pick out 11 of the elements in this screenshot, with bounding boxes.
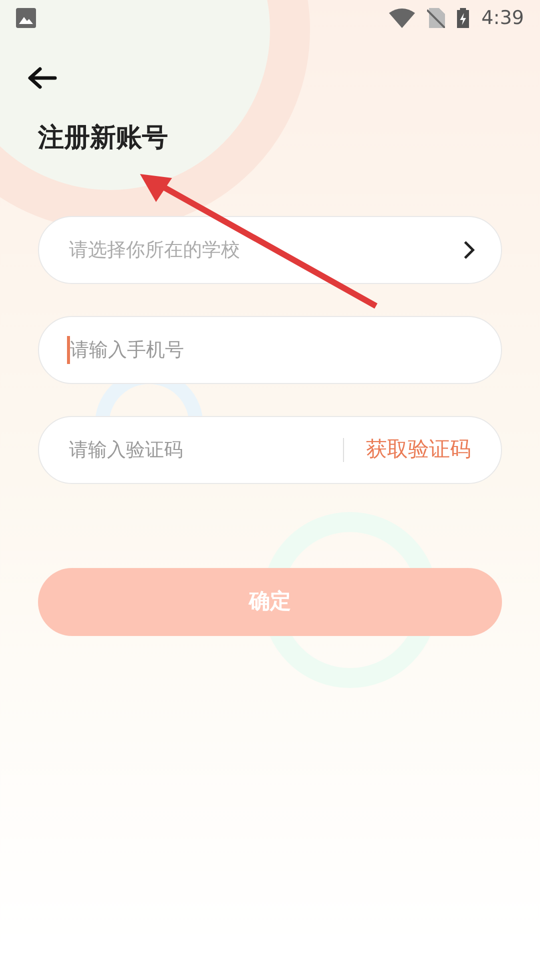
- phone-input-field[interactable]: 请输入手机号: [38, 316, 502, 384]
- image-icon: [16, 8, 36, 28]
- school-select-field[interactable]: 请选择你所在的学校: [38, 216, 502, 284]
- no-sim-icon: [427, 8, 446, 28]
- get-code-link[interactable]: 获取验证码: [366, 434, 471, 466]
- chevron-right-icon: [463, 240, 475, 260]
- code-input-field[interactable]: 请输入验证码: [69, 436, 343, 464]
- battery-icon: [457, 8, 470, 28]
- status-time: 4:39: [481, 6, 524, 31]
- page-title: 注册新账号: [36, 122, 169, 155]
- wifi-icon: [389, 8, 416, 28]
